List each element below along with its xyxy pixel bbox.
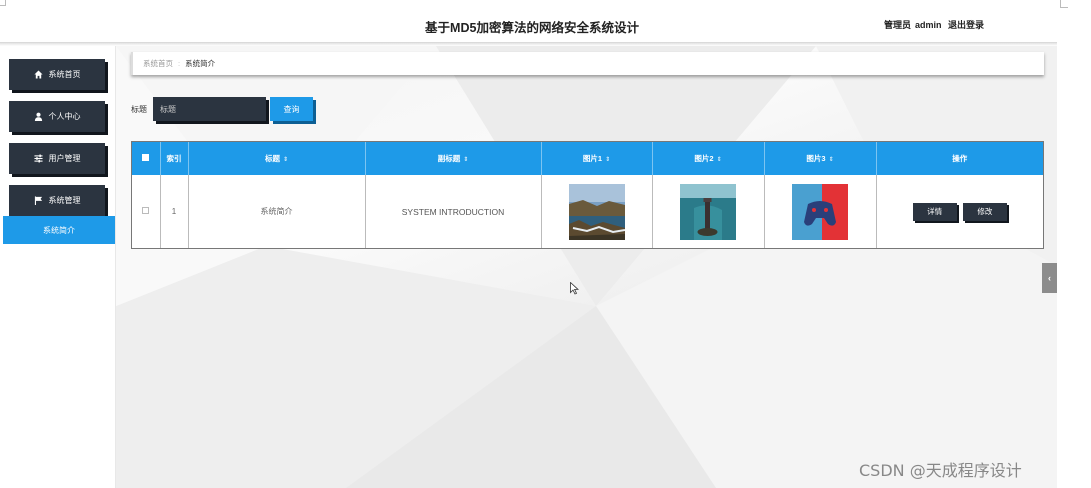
sort-icon[interactable]: ⇕ [829,157,834,163]
row-title: 系统简介 [188,175,366,248]
app-root: 基于MD5加密算法的网络安全系统设计 管理员 admin 退出登录 系统首页 个人… [0,0,1091,488]
header-image2[interactable]: 图片2 ⇕ [652,142,765,175]
mouse-cursor-icon [570,282,579,295]
sidebar-item-label: 个人中心 [48,112,81,121]
row-actions-cell: 详情 修改 [876,175,1043,248]
watermark-text: CSDN @天成程序设计 [859,461,1022,480]
table-header-row: 索引 标题 ⇕ 副标题 ⇕ 图片1 ⇕ 图片2 ⇕ 图片3 ⇕ 操作 [132,142,1043,175]
sliders-icon [33,154,43,163]
header-image3[interactable]: 图片3 ⇕ [764,142,877,175]
row-checkbox[interactable] [142,207,150,214]
home-icon [33,70,43,79]
header-index: 索引 [160,142,189,175]
search-label: 标题 [131,105,147,114]
row-index: 1 [160,175,189,248]
sort-icon[interactable]: ⇕ [717,157,722,163]
sidebar-item-label: 系统首页 [48,70,81,79]
sidebar-item-user-management[interactable]: 用户管理 [9,143,105,174]
header-actions: 操作 [952,154,968,163]
detail-button[interactable]: 详情 [912,202,957,221]
coastal-landscape-image[interactable] [568,183,625,240]
breadcrumb-separator: : [178,59,181,68]
search-input[interactable] [153,97,266,121]
header-image1[interactable]: 图片1 ⇕ [541,142,653,175]
breadcrumb: 系统首页 : 系统简介 [131,52,1044,75]
top-header: 基于MD5加密算法的网络安全系统设计 管理员 admin 退出登录 [0,0,1057,43]
row-image1-cell [541,175,653,248]
header-select-all[interactable] [132,142,161,175]
sidebar-item-system-management[interactable]: 系统管理 [9,185,105,216]
user-icon [34,112,42,121]
main-content: 系统首页 : 系统简介 标题 查询 索引 标题⇕ 副标题⇕ 图片1⇕ [116,46,1057,488]
select-all-checkbox[interactable] [142,154,150,161]
user-area: 管理员 admin 退出登录 [884,18,988,31]
sidebar-subitem-system-intro[interactable]: 系统简介 [3,216,115,244]
sort-icon[interactable]: ⇕ [283,157,288,163]
gamepad-image[interactable] [792,183,848,240]
sidebar: 系统首页 个人中心 用户管理 系统管理 系统简介 [0,46,116,488]
table-row: 1 系统简介 SYSTEM INTRODUCTION 详情 修改 [132,175,1043,248]
row-checkbox-cell[interactable] [132,175,161,248]
corner-mark-right [1060,0,1068,8]
lighthouse-sea-image[interactable] [680,183,736,240]
sort-icon[interactable]: ⇕ [463,157,468,163]
chevron-left-icon: ‹ [1048,273,1051,283]
side-collapse-tab[interactable]: ‹ [1042,263,1057,293]
sidebar-item-label: 系统管理 [48,196,81,205]
username: admin [915,20,942,30]
header-title[interactable]: 标题 ⇕ [188,142,366,175]
breadcrumb-current: 系统简介 [185,59,216,68]
flag-icon [34,196,42,205]
role-label: 管理员 [884,20,912,30]
sidebar-item-label: 用户管理 [48,154,81,163]
search-button[interactable]: 查询 [270,97,313,121]
breadcrumb-home[interactable]: 系统首页 [143,58,173,69]
sidebar-item-personal-center[interactable]: 个人中心 [9,101,105,132]
edit-button[interactable]: 修改 [962,202,1007,221]
logout-link[interactable]: 退出登录 [948,20,984,30]
header-subtitle[interactable]: 副标题 ⇕ [365,142,542,175]
sidebar-item-home[interactable]: 系统首页 [9,59,105,90]
row-subtitle: SYSTEM INTRODUCTION [365,175,542,248]
sort-icon[interactable]: ⇕ [605,157,610,163]
row-image3-cell [764,175,877,248]
row-image2-cell [652,175,765,248]
data-table: 索引 标题 ⇕ 副标题 ⇕ 图片1 ⇕ 图片2 ⇕ 图片3 ⇕ 操作 1 系统简介 SY [131,141,1044,249]
corner-mark-left [0,0,6,6]
